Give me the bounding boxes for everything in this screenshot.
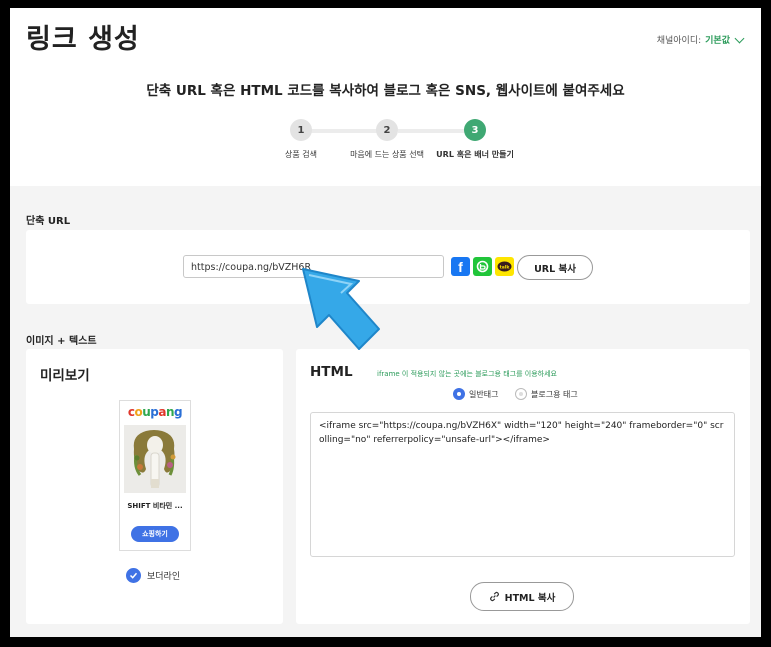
band-glyph	[476, 260, 489, 273]
kakao-bubble: talk	[497, 261, 512, 271]
step-1-circle: 1	[290, 119, 312, 141]
logo-letter: a	[158, 405, 166, 419]
logo-letter: g	[174, 405, 183, 419]
borderline-checkbox[interactable]: 보더라인	[126, 568, 180, 583]
borderline-label: 보더라인	[147, 572, 181, 582]
step-2-circle: 2	[376, 119, 398, 141]
radio-blog-label: 블로그용 태그	[531, 389, 578, 399]
chevron-down-icon	[734, 33, 745, 43]
check-icon	[126, 568, 141, 583]
html-code-textarea[interactable]: <iframe src="https://coupa.ng/bVZH6X" wi…	[310, 412, 735, 557]
headline: 단축 URL 혹은 HTML 코드를 복사하여 블로그 혹은 SNS, 웹사이트…	[146, 83, 625, 99]
product-name: SHIFT 비타민 ...	[127, 502, 183, 510]
html-copy-label: HTML 복사	[504, 592, 556, 604]
html-hint: iframe 이 적용되지 않는 곳에는 블로그용 태그를 이용하세요	[377, 370, 557, 378]
step-3-circle: 3	[464, 119, 486, 141]
kakao-text: talk	[500, 264, 511, 270]
step-1-label: 상품 검색	[285, 150, 317, 159]
product-illustration	[124, 425, 186, 493]
page-title: 링크 생성	[26, 24, 140, 55]
band-share-icon[interactable]	[473, 257, 492, 276]
radio-blog-tag[interactable]: 블로그용 태그	[515, 388, 578, 400]
html-title: HTML	[310, 364, 353, 380]
channel-label: 채널아이디:	[656, 36, 702, 46]
facebook-share-icon[interactable]: f	[451, 257, 470, 276]
banner-preview: coupang SHIFT 비타민 ... 쇼핑하기	[119, 400, 191, 551]
radio-normal-tag[interactable]: 일반태그	[453, 388, 498, 400]
short-url-section-label: 단축 URL	[26, 216, 71, 227]
coupang-logo: coupang	[120, 405, 190, 419]
image-text-section-label: 이미지 + 텍스트	[26, 336, 97, 347]
url-copy-button[interactable]: URL 복사	[517, 255, 593, 280]
step-connector	[398, 129, 474, 133]
step-3-label: URL 혹은 배너 만들기	[436, 150, 514, 159]
channel-selector[interactable]: 채널아이디: 기본값	[656, 33, 745, 46]
header-section: 링크 생성 채널아이디: 기본값 단축 URL 혹은 HTML 코드를 복사하여…	[10, 8, 761, 186]
step-progress: 1 2 3 상품 검색 마음에 드는 상품 선택 URL 혹은 배너 만들기	[10, 118, 761, 168]
link-icon	[489, 591, 499, 602]
step-2-label: 마음에 드는 상품 선택	[350, 150, 424, 159]
radio-selected-icon	[453, 388, 465, 400]
logo-letter: n	[165, 405, 175, 419]
url-copy-label: URL 복사	[534, 263, 576, 275]
product-image	[124, 425, 186, 493]
channel-value: 기본값	[705, 36, 730, 46]
check-glyph	[129, 572, 138, 579]
html-copy-button[interactable]: HTML 복사	[470, 582, 574, 611]
page: 링크 생성 채널아이디: 기본값 단축 URL 혹은 HTML 코드를 복사하여…	[10, 8, 761, 637]
step-connector	[310, 129, 386, 133]
kakaotalk-share-icon[interactable]: talk	[495, 257, 514, 276]
radio-normal-label: 일반태그	[469, 389, 499, 399]
pointer-arrow-icon	[302, 268, 380, 350]
radio-unselected-icon	[515, 388, 527, 400]
shop-button[interactable]: 쇼핑하기	[131, 526, 179, 542]
preview-title: 미리보기	[40, 368, 90, 384]
